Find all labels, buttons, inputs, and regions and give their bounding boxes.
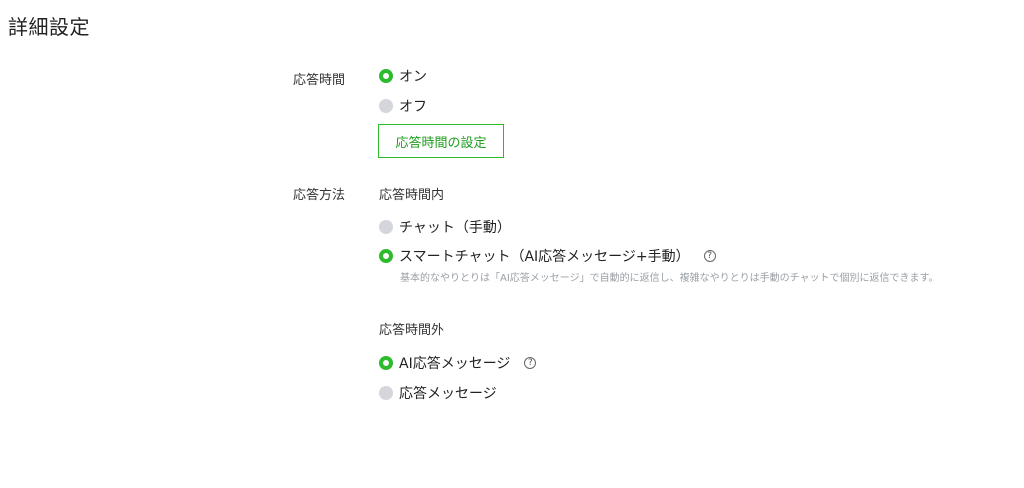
radio-label: チャット（手動）: [399, 220, 511, 236]
radio-button-selected[interactable]: [379, 356, 393, 370]
radio-label: 応答メッセージ: [399, 386, 497, 402]
help-icon[interactable]: ?: [703, 250, 716, 262]
radio-chat-manual[interactable]: チャット（手動）: [379, 217, 511, 237]
radio-response-time-on[interactable]: オン: [379, 66, 427, 86]
radio-response-message[interactable]: 応答メッセージ: [379, 383, 497, 403]
response-method-label: 応答方法: [293, 188, 346, 203]
radio-button-unselected[interactable]: [379, 99, 393, 113]
help-icon[interactable]: ?: [524, 357, 537, 369]
radio-button-unselected[interactable]: [379, 220, 393, 234]
radio-button-selected[interactable]: [379, 249, 393, 263]
response-time-settings-button[interactable]: 応答時間の設定: [378, 124, 504, 158]
radio-ai-response-message[interactable]: AI応答メッセージ ?: [379, 353, 537, 373]
page-title: 詳細設定: [8, 15, 90, 39]
within-hours-heading: 応答時間内: [379, 188, 445, 203]
radio-button-unselected[interactable]: [379, 386, 393, 400]
radio-response-time-off[interactable]: オフ: [379, 96, 427, 116]
radio-label: AI応答メッセージ: [399, 356, 511, 372]
radio-label: スマートチャット（AI応答メッセージ+手動）: [399, 249, 690, 265]
radio-label: オフ: [399, 99, 427, 115]
outside-hours-heading: 応答時間外: [379, 323, 445, 338]
radio-label: オン: [399, 69, 427, 85]
radio-smart-chat[interactable]: スマートチャット（AI応答メッセージ+手動） ?: [379, 246, 716, 266]
radio-button-selected[interactable]: [379, 69, 393, 83]
smart-chat-description: 基本的なやりとりは「AI応答メッセージ」で自動的に返信し、複雑なやりとりは手動の…: [400, 273, 939, 284]
response-time-label: 応答時間: [293, 73, 346, 88]
